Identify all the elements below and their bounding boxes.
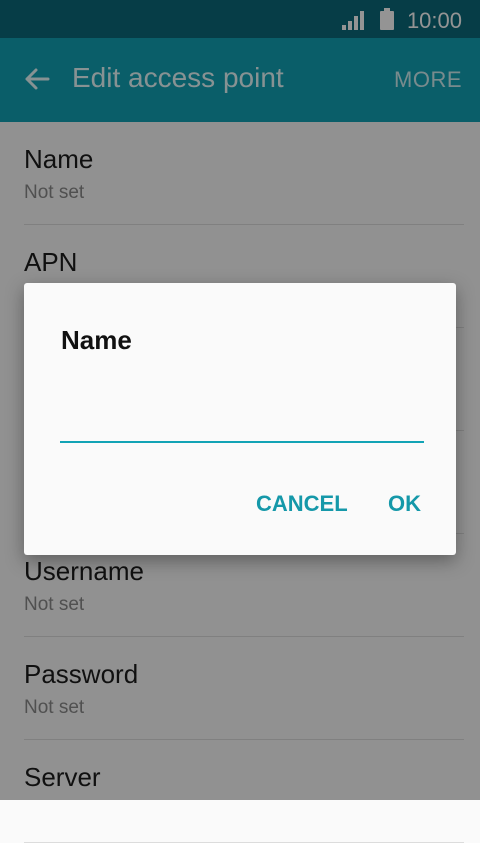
dialog-title: Name — [61, 325, 132, 355]
name-dialog: Name CANCEL OK — [24, 283, 456, 555]
ok-button[interactable]: OK — [388, 491, 421, 517]
cancel-button[interactable]: CANCEL — [256, 491, 348, 517]
name-input[interactable] — [60, 393, 424, 443]
